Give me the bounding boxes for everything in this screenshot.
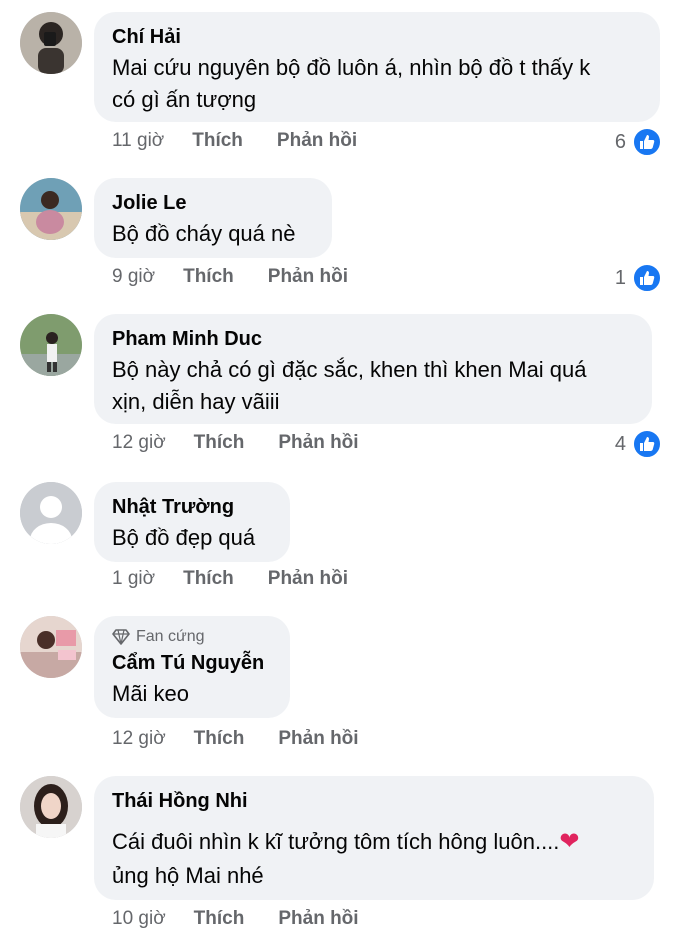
- avatar[interactable]: [20, 776, 82, 838]
- reply-button[interactable]: Phản hồi: [268, 266, 348, 288]
- avatar[interactable]: [20, 12, 82, 74]
- comment-time[interactable]: 9 giờ: [112, 266, 155, 288]
- avatar[interactable]: [20, 482, 82, 544]
- like-thumb-icon: [632, 127, 662, 157]
- like-thumb-icon: [632, 429, 662, 459]
- like-button[interactable]: Thích: [194, 908, 245, 930]
- reaction-count-number: 6: [614, 130, 626, 153]
- comment-text-line: Cái đuôi nhìn k kĩ tưởng tôm tích hông l…: [112, 826, 636, 858]
- comment-actions: 12 giờ Thích Phản hồi: [112, 432, 393, 454]
- fan-badge: Fan cứng: [112, 628, 272, 646]
- comment-text-line: có gì ấn tượng: [112, 87, 257, 112]
- commenter-name[interactable]: Cẩm Tú Nguyễn: [112, 650, 272, 676]
- comment-bubble: Fan cứng Cẩm Tú Nguyễn Mãi keo: [94, 616, 290, 718]
- comment-time[interactable]: 1 giờ: [112, 568, 155, 590]
- like-button[interactable]: Thích: [183, 568, 234, 590]
- comment-text-line: Bộ đồ cháy quá nè: [112, 221, 296, 246]
- comment-text-line: ủng hộ Mai nhé: [112, 863, 264, 888]
- reaction-count[interactable]: 1: [615, 263, 662, 293]
- reaction-count[interactable]: 4: [615, 429, 662, 459]
- red-heart-icon: ❤: [559, 828, 580, 855]
- comment-bubble: Nhật Trường Bộ đồ đẹp quá: [94, 482, 290, 562]
- diamond-icon: [112, 629, 130, 645]
- comment-time[interactable]: 11 giờ: [112, 130, 164, 152]
- comment-text-line: Bộ đồ đẹp quá: [112, 525, 256, 550]
- reaction-count[interactable]: 6: [615, 127, 662, 157]
- comment-time[interactable]: 12 giờ: [112, 728, 166, 750]
- commenter-name[interactable]: Pham Minh Duc: [112, 326, 634, 352]
- comment-text-line: xịn, diễn hay vãiii: [112, 389, 280, 414]
- comment-bubble: Jolie Le Bộ đồ cháy quá nè: [94, 178, 332, 258]
- comment-time[interactable]: 10 giờ: [112, 908, 166, 930]
- comment-text-line: Bộ này chả có gì đặc sắc, khen thì khen …: [112, 357, 587, 382]
- comment-text-line: Mai cứu nguyên bộ đồ luôn á, nhìn bộ đồ …: [112, 55, 591, 80]
- like-button[interactable]: Thích: [194, 728, 245, 750]
- reply-button[interactable]: Phản hồi: [278, 728, 358, 750]
- fan-badge-label: Fan cứng: [136, 628, 205, 645]
- avatar[interactable]: [20, 314, 82, 376]
- like-button[interactable]: Thích: [192, 130, 243, 152]
- comment-actions: 11 giờ Thích Phản hồi: [112, 130, 391, 152]
- like-thumb-icon: [632, 263, 662, 293]
- avatar[interactable]: [20, 178, 82, 240]
- reply-button[interactable]: Phản hồi: [268, 568, 348, 590]
- comment-text: Cái đuôi nhìn k kĩ tưởng tôm tích hông l…: [112, 829, 560, 854]
- comment-time[interactable]: 12 giờ: [112, 432, 166, 454]
- commenter-name[interactable]: Jolie Le: [112, 190, 314, 216]
- comment-actions: 1 giờ Thích Phản hồi: [112, 568, 382, 590]
- like-button[interactable]: Thích: [194, 432, 245, 454]
- reaction-count-number: 4: [614, 432, 626, 455]
- avatar[interactable]: [20, 616, 82, 678]
- commenter-name[interactable]: Thái Hồng Nhi: [112, 788, 636, 814]
- comment-actions: 10 giờ Thích Phản hồi: [112, 908, 393, 930]
- reaction-count-number: 1: [614, 266, 626, 289]
- reply-button[interactable]: Phản hồi: [277, 130, 357, 152]
- reply-button[interactable]: Phản hồi: [278, 908, 358, 930]
- comment-bubble: Pham Minh Duc Bộ này chả có gì đặc sắc, …: [94, 314, 652, 424]
- commenter-name[interactable]: Chí Hải: [112, 24, 642, 50]
- commenter-name[interactable]: Nhật Trường: [112, 494, 272, 520]
- comment-bubble: Thái Hồng Nhi Cái đuôi nhìn k kĩ tưởng t…: [94, 776, 654, 900]
- comment-bubble: Chí Hải Mai cứu nguyên bộ đồ luôn á, nhì…: [94, 12, 660, 122]
- comment-actions: 12 giờ Thích Phản hồi: [112, 728, 393, 750]
- comment-actions: 9 giờ Thích Phản hồi: [112, 266, 382, 288]
- like-button[interactable]: Thích: [183, 266, 234, 288]
- reply-button[interactable]: Phản hồi: [278, 432, 358, 454]
- comment-text-line: Mãi keo: [112, 681, 190, 706]
